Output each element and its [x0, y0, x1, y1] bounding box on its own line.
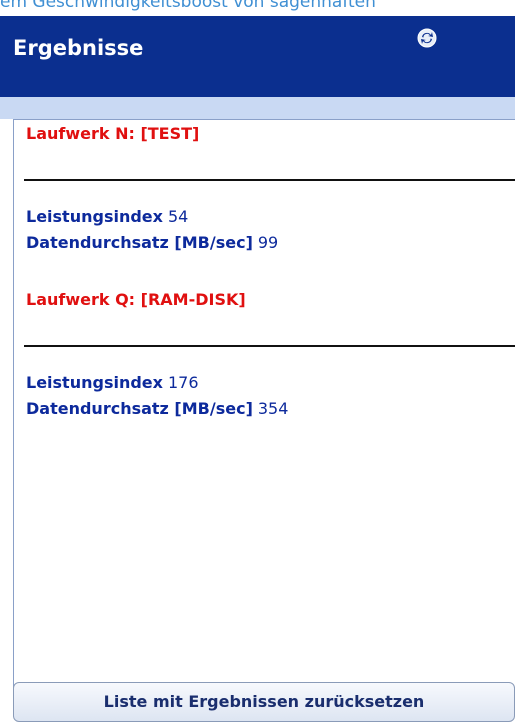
reset-results-button[interactable]: Liste mit Ergebnissen zurücksetzen	[13, 682, 515, 722]
results-header: Ergebnisse	[0, 16, 515, 97]
header-title: Ergebnisse	[13, 36, 144, 60]
divider	[24, 179, 515, 181]
metric-row: Leistungsindex 54	[26, 207, 188, 226]
refresh-icon[interactable]	[417, 28, 437, 48]
metric-label: Datendurchsatz [MB/sec]	[26, 233, 253, 252]
metric-value: 354	[257, 399, 289, 418]
metric-value: 54	[167, 207, 189, 226]
metric-label: Leistungsindex	[26, 207, 163, 226]
metric-label: Leistungsindex	[26, 373, 163, 392]
metric-label: Datendurchsatz [MB/sec]	[26, 399, 253, 418]
divider	[24, 345, 515, 347]
metric-row: Datendurchsatz [MB/sec] 99	[26, 233, 278, 252]
header-subbar	[0, 97, 515, 119]
metric-row: Datendurchsatz [MB/sec] 354	[26, 399, 288, 418]
drive-label-q: Laufwerk Q: [RAM-DISK]	[26, 290, 246, 309]
drive-label-n: Laufwerk N: [TEST]	[26, 124, 200, 143]
results-panel: Laufwerk N: [TEST] Leistungsindex 54 Date…	[13, 119, 515, 715]
metric-value: 99	[257, 233, 279, 252]
metric-value: 176	[167, 373, 199, 392]
metric-row: Leistungsindex 176	[26, 373, 199, 392]
caption-text: em Geschwindigkeitsboost von sagenhaften	[0, 0, 376, 12]
